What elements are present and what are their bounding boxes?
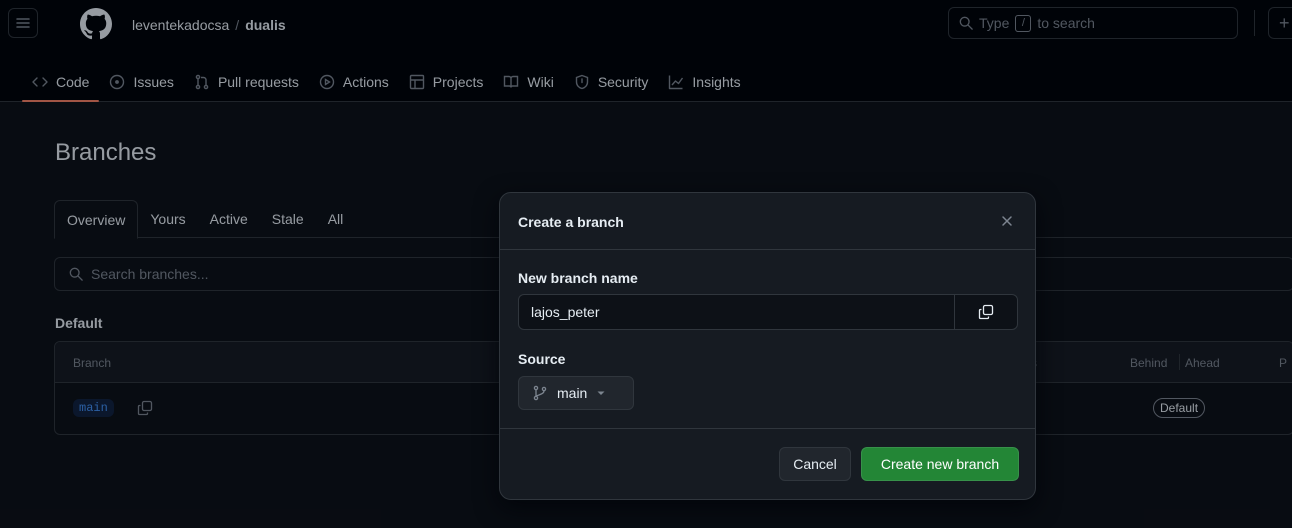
close-icon [1002, 216, 1012, 226]
source-label: Source [518, 351, 566, 367]
dialog-footer-divider [500, 428, 1035, 429]
branch-name-input[interactable] [519, 295, 955, 329]
copy-branch-name-button[interactable] [954, 295, 1017, 329]
create-branch-dialog: Create a branch New branch name Source m… [499, 192, 1036, 500]
cancel-button[interactable]: Cancel [779, 447, 851, 481]
source-branch-value: main [557, 385, 588, 401]
copy-icon [978, 304, 994, 320]
dialog-header: Create a branch [500, 193, 1035, 250]
git-branch-icon [533, 385, 547, 401]
source-branch-select[interactable]: main [518, 376, 634, 410]
branch-name-label: New branch name [518, 270, 638, 286]
close-button[interactable] [995, 209, 1019, 233]
caret-down-icon [597, 391, 605, 395]
dialog-title: Create a branch [518, 214, 624, 230]
create-branch-button[interactable]: Create new branch [861, 447, 1019, 481]
branch-name-field [518, 294, 1018, 330]
